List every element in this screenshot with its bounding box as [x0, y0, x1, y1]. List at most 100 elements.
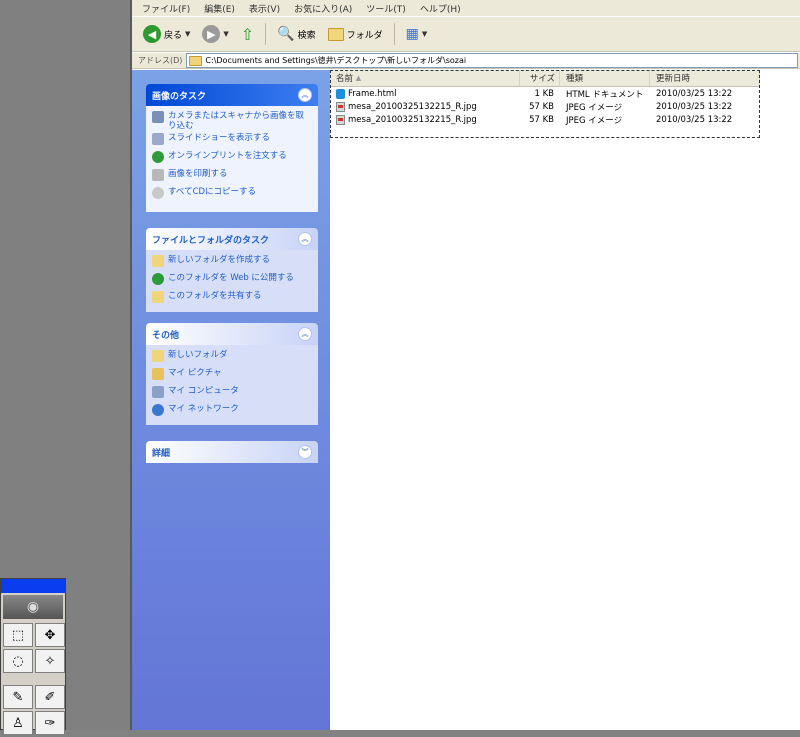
- address-value: C:\Documents and Settings\徳井\デスクトップ\新しいフ…: [205, 56, 467, 65]
- file-date: 2010/03/25 13:22: [656, 88, 733, 99]
- place-label: マイ ピクチャ: [168, 368, 222, 378]
- place-label: マイ コンピュータ: [168, 386, 239, 396]
- other-places-body: 新しいフォルダ マイ ピクチャ マイ コンピュータ マイ ネットワーク: [146, 345, 318, 425]
- toolbar-separator: [393, 23, 395, 45]
- forward-arrow-icon: ▶: [202, 25, 221, 43]
- up-folder-icon: ⇧: [240, 24, 255, 44]
- back-button[interactable]: ◀ 戻る ▼: [140, 21, 193, 47]
- views-button[interactable]: ▦ ▼: [403, 21, 431, 47]
- task-copy-cd[interactable]: すべてCDにコピーする: [152, 187, 312, 203]
- file-list-pane: 名前 ▲ サイズ 種類 更新日時 Frame.html 1 KB HTML ドキ…: [330, 70, 800, 730]
- task-label: このフォルダを Web に公開する: [168, 273, 294, 283]
- folders-label: フォルダ: [346, 30, 383, 41]
- slideshow-icon: [152, 133, 164, 145]
- brush-tool-icon[interactable]: ✎: [3, 685, 33, 709]
- back-arrow-icon: ◀: [143, 25, 161, 43]
- toolbar: ◀ 戻る ▼ ▶ ▼ ⇧ 🔍 検索 フォルダ ▦ ▼: [132, 16, 800, 52]
- menu-view[interactable]: 表示(V): [249, 2, 280, 15]
- task-new-folder[interactable]: 新しいフォルダを作成する: [152, 255, 312, 271]
- cd-icon: [152, 187, 164, 199]
- column-size-label: サイズ: [529, 74, 555, 84]
- task-get-pictures[interactable]: カメラまたはスキャナから画像を取り込む: [152, 111, 312, 131]
- pencil-tool-icon[interactable]: ✐: [35, 685, 65, 709]
- expand-chevron-icon[interactable]: ︾: [298, 445, 312, 459]
- task-share-folder[interactable]: このフォルダを共有する: [152, 291, 312, 307]
- task-label: このフォルダを共有する: [168, 291, 262, 301]
- eye-logo-icon: ◉: [3, 595, 63, 619]
- details-header[interactable]: 詳細 ︾: [146, 441, 318, 463]
- network-icon: [152, 404, 164, 416]
- file-tasks-header[interactable]: ファイルとフォルダのタスク ︽: [146, 228, 318, 250]
- address-input[interactable]: C:\Documents and Settings\徳井\デスクトップ\新しいフ…: [186, 53, 798, 68]
- other-places-title: その他: [152, 330, 180, 341]
- column-size[interactable]: サイズ: [520, 70, 560, 86]
- menu-favorites[interactable]: お気に入り(A): [294, 2, 352, 15]
- column-type[interactable]: 種類: [560, 70, 650, 86]
- my-pictures-icon: [152, 368, 164, 380]
- other-places-panel: その他 ︽ 新しいフォルダ マイ ピクチャ マイ コンピュータ マイ ネットワー…: [146, 323, 318, 425]
- column-date[interactable]: 更新日時: [650, 70, 760, 86]
- rect-select-tool-icon[interactable]: ⬚: [3, 623, 33, 647]
- dropdown-arrow-icon[interactable]: ▼: [185, 30, 190, 38]
- task-label: すべてCDにコピーする: [168, 187, 257, 197]
- place-my-network[interactable]: マイ ネットワーク: [152, 404, 312, 420]
- column-name[interactable]: 名前 ▲: [330, 70, 520, 86]
- history-brush-tool-icon[interactable]: ✑: [35, 711, 65, 735]
- menu-tools[interactable]: ツール(T): [366, 2, 406, 15]
- move-tool-icon[interactable]: ✥: [35, 623, 65, 647]
- collapse-chevron-icon[interactable]: ︽: [298, 327, 312, 341]
- file-name: Frame.html: [348, 88, 397, 99]
- menu-bar: ファイル(F) 編集(E) 表示(V) お気に入り(A) ツール(T) ヘルプ(…: [132, 0, 800, 16]
- task-order-prints[interactable]: オンラインプリントを注文する: [152, 151, 312, 167]
- toolbar-separator: [265, 23, 267, 45]
- details-panel: 詳細 ︾: [146, 441, 318, 463]
- file-row[interactable]: mesa_20100325132215_R.jpg 57 KB JPEG イメー…: [330, 113, 760, 126]
- file-size: 1 KB: [534, 88, 554, 99]
- file-row[interactable]: mesa_20100325132215_R.jpg 57 KB JPEG イメー…: [330, 100, 760, 113]
- file-type: JPEG イメージ: [566, 115, 623, 126]
- collapse-chevron-icon[interactable]: ︽: [298, 232, 312, 246]
- file-row[interactable]: Frame.html 1 KB HTML ドキュメント 2010/03/25 1…: [330, 87, 760, 100]
- up-folder-button[interactable]: ⇧: [238, 21, 257, 47]
- collapse-chevron-icon[interactable]: ︽: [298, 88, 312, 102]
- file-tasks-body: 新しいフォルダを作成する このフォルダを Web に公開する このフォルダを共有…: [146, 250, 318, 312]
- task-slideshow[interactable]: スライドショーを表示する: [152, 133, 312, 149]
- menu-help[interactable]: ヘルプ(H): [420, 2, 461, 15]
- computer-icon: [152, 386, 164, 398]
- dropdown-arrow-icon[interactable]: ▼: [422, 30, 427, 38]
- lasso-tool-icon[interactable]: ◌: [3, 649, 33, 673]
- tool-palette-titlebar[interactable]: [1, 579, 65, 593]
- task-label: スライドショーを表示する: [168, 133, 271, 143]
- menu-file[interactable]: ファイル(F): [142, 2, 190, 15]
- place-my-pictures[interactable]: マイ ピクチャ: [152, 368, 312, 384]
- search-icon: 🔍: [277, 26, 295, 42]
- folder-icon: [327, 27, 344, 41]
- globe-icon: [152, 151, 164, 163]
- other-places-header[interactable]: その他 ︽: [146, 323, 318, 345]
- task-label: 新しいフォルダを作成する: [168, 255, 271, 265]
- menu-edit[interactable]: 編集(E): [204, 2, 235, 15]
- search-button[interactable]: 🔍 検索: [274, 21, 318, 47]
- place-label: 新しいフォルダ: [168, 350, 228, 360]
- task-publish-web[interactable]: このフォルダを Web に公開する: [152, 273, 312, 289]
- jpeg-file-icon: [336, 114, 345, 125]
- file-name: mesa_20100325132215_R.jpg: [348, 101, 477, 112]
- task-print[interactable]: 画像を印刷する: [152, 169, 312, 185]
- image-tasks-header[interactable]: 画像のタスク ︽: [146, 84, 318, 106]
- stamp-tool-icon[interactable]: ♙: [3, 711, 33, 735]
- task-label: オンラインプリントを注文する: [168, 151, 287, 161]
- forward-button[interactable]: ▶ ▼: [199, 21, 231, 47]
- explorer-window: ファイル(F) 編集(E) 表示(V) お気に入り(A) ツール(T) ヘルプ(…: [130, 0, 800, 730]
- html-file-icon: [336, 88, 345, 99]
- column-date-label: 更新日時: [656, 74, 691, 84]
- task-label: カメラまたはスキャナから画像を取り込む: [168, 111, 305, 131]
- dropdown-arrow-icon[interactable]: ▼: [223, 30, 228, 38]
- folders-button[interactable]: フォルダ: [325, 21, 386, 47]
- place-my-computer[interactable]: マイ コンピュータ: [152, 386, 312, 402]
- file-type: HTML ドキュメント: [566, 89, 644, 100]
- search-label: 検索: [297, 30, 316, 41]
- magic-wand-tool-icon[interactable]: ✧: [35, 649, 65, 673]
- task-pane: 画像のタスク ︽ カメラまたはスキャナから画像を取り込む スライドショーを表示す…: [132, 70, 330, 730]
- place-new-folder[interactable]: 新しいフォルダ: [152, 350, 312, 366]
- tool-palette: ◉ ⬚ ✥ ◌ ✧ ✎ ✐ ♙ ✑: [0, 578, 66, 735]
